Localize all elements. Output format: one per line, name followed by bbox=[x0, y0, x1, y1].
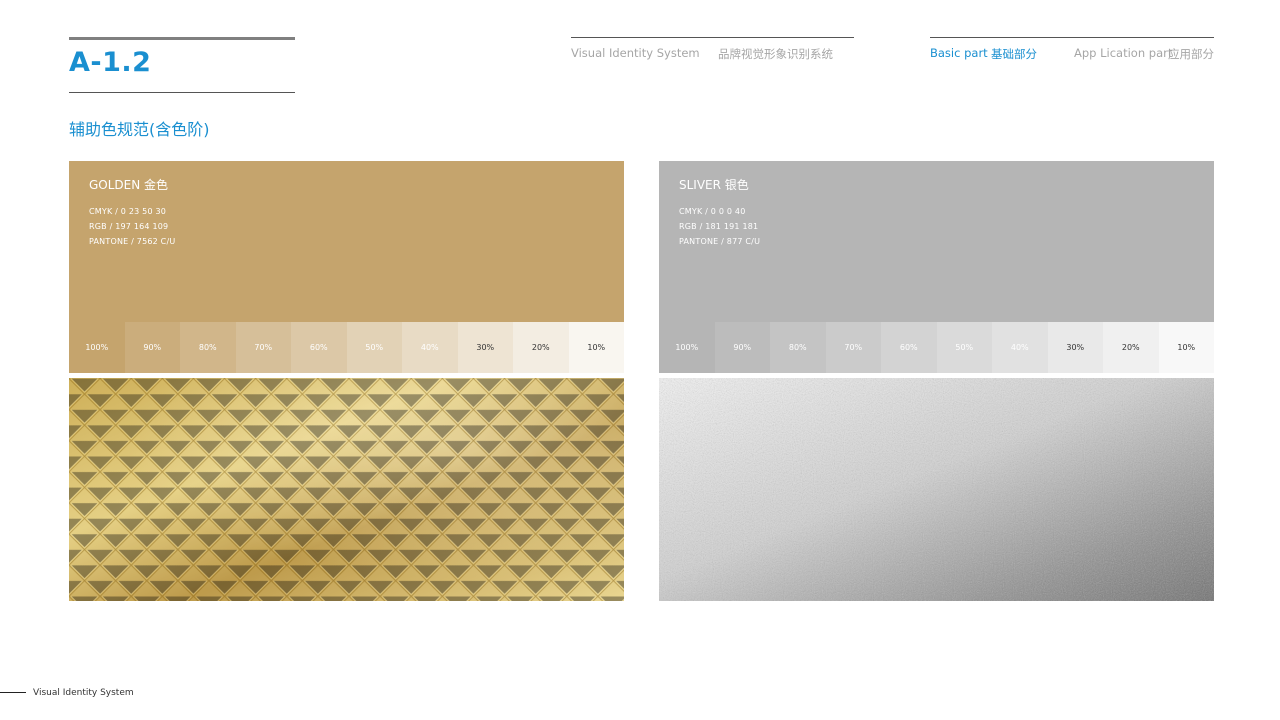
footer-text: Visual Identity System bbox=[33, 688, 134, 698]
tint-cell: 40% bbox=[992, 322, 1048, 373]
tint-cell: 90% bbox=[124, 322, 180, 373]
header-system-cn: 品牌视觉形象识别系统 bbox=[718, 47, 833, 61]
tint-cell: 20% bbox=[1103, 322, 1159, 373]
tint-cell: 30% bbox=[457, 322, 513, 373]
header-rule-system bbox=[571, 37, 854, 38]
tint-cell: 70% bbox=[235, 322, 291, 373]
color-pantone: PANTONE / 7562 C/U bbox=[89, 237, 176, 246]
page-subtitle: 辅助色规范(含色阶) bbox=[69, 120, 210, 139]
tint-cell: 90% bbox=[714, 322, 770, 373]
tint-cell: 60% bbox=[881, 322, 937, 373]
tint-cell: 100% bbox=[659, 322, 715, 373]
color-cmyk: CMYK / 0 23 50 30 bbox=[89, 207, 167, 216]
tint-cell: 60% bbox=[291, 322, 347, 373]
tint-cell: 20% bbox=[513, 322, 569, 373]
gold-texture-image bbox=[69, 378, 624, 601]
footer-rule bbox=[0, 692, 26, 693]
tint-cell: 10% bbox=[568, 322, 624, 373]
section-code: A-1.2 bbox=[69, 47, 152, 78]
nav-basic-part-en[interactable]: Basic part bbox=[930, 46, 988, 60]
tint-cell: 50% bbox=[936, 322, 992, 373]
silver-color-swatch: SLIVER 银色 CMYK / 0 0 0 40 RGB / 181 191 … bbox=[659, 161, 1214, 322]
gold-color-swatch: GOLDEN 金色 CMYK / 0 23 50 30 RGB / 197 16… bbox=[69, 161, 624, 322]
silver-texture-image bbox=[659, 378, 1214, 601]
color-name: GOLDEN 金色 bbox=[89, 178, 169, 192]
tint-cell: 100% bbox=[69, 322, 125, 373]
nav-app-part-cn[interactable]: 应用部分 bbox=[1168, 46, 1214, 62]
header-system-en: Visual Identity System bbox=[571, 46, 700, 60]
silver-tint-scale: 100% 90% 80% 70% 60% 50% 40% 30% 20% 10% bbox=[659, 322, 1214, 373]
color-rgb: RGB / 181 191 181 bbox=[679, 222, 759, 231]
tint-cell: 70% bbox=[825, 322, 881, 373]
tint-cell: 30% bbox=[1047, 322, 1103, 373]
tint-cell: 40% bbox=[402, 322, 458, 373]
title-bottom-rule bbox=[69, 92, 295, 93]
header-rule-parts bbox=[930, 37, 1214, 38]
gold-tint-scale: 100% 90% 80% 70% 60% 50% 40% 30% 20% 10% bbox=[69, 322, 624, 373]
tint-cell: 80% bbox=[180, 322, 236, 373]
color-cmyk: CMYK / 0 0 0 40 bbox=[679, 207, 746, 216]
tint-cell: 80% bbox=[770, 322, 826, 373]
nav-basic-part-cn[interactable]: 基础部分 bbox=[991, 46, 1037, 62]
tint-cell: 10% bbox=[1158, 322, 1214, 373]
color-rgb: RGB / 197 164 109 bbox=[89, 222, 169, 231]
title-top-rule bbox=[69, 37, 295, 40]
color-name: SLIVER 银色 bbox=[679, 178, 749, 192]
color-pantone: PANTONE / 877 C/U bbox=[679, 237, 761, 246]
nav-app-part-en[interactable]: App Lication part bbox=[1074, 46, 1172, 60]
tint-cell: 50% bbox=[346, 322, 402, 373]
